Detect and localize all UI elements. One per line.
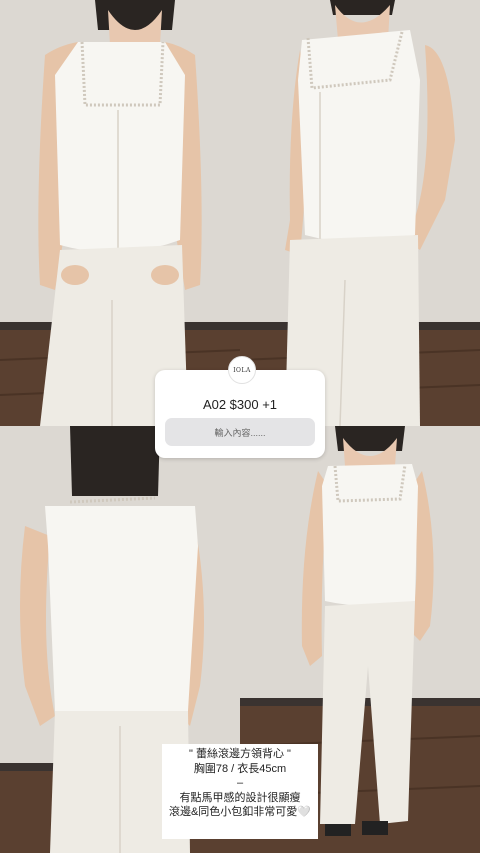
photo-front-view <box>0 0 240 426</box>
photo-angled-view <box>240 0 480 426</box>
caption-line-detail: 滾邊&同色小包釦非常可愛🤍 <box>168 806 312 819</box>
question-sticker: IOLA A02 $300 +1 輸入內容...... <box>155 356 325 458</box>
question-text: A02 $300 +1 <box>202 397 278 412</box>
caption-line-divider: – <box>236 777 244 790</box>
caption-line-description: 有點馬甲感的設計很顯瘦 <box>179 791 301 804</box>
caption-line-title: " 蕾絲滾邊方領背心 " <box>189 748 291 760</box>
product-caption: " 蕾絲滾邊方領背心 " 胸圍78 / 衣長45cm – 有點馬甲感的設計很顯瘦… <box>162 744 318 839</box>
caption-line-measurements: 胸圍78 / 衣長45cm <box>193 762 287 775</box>
brand-logo: IOLA <box>228 356 256 384</box>
answer-input[interactable]: 輸入內容...... <box>165 418 315 446</box>
